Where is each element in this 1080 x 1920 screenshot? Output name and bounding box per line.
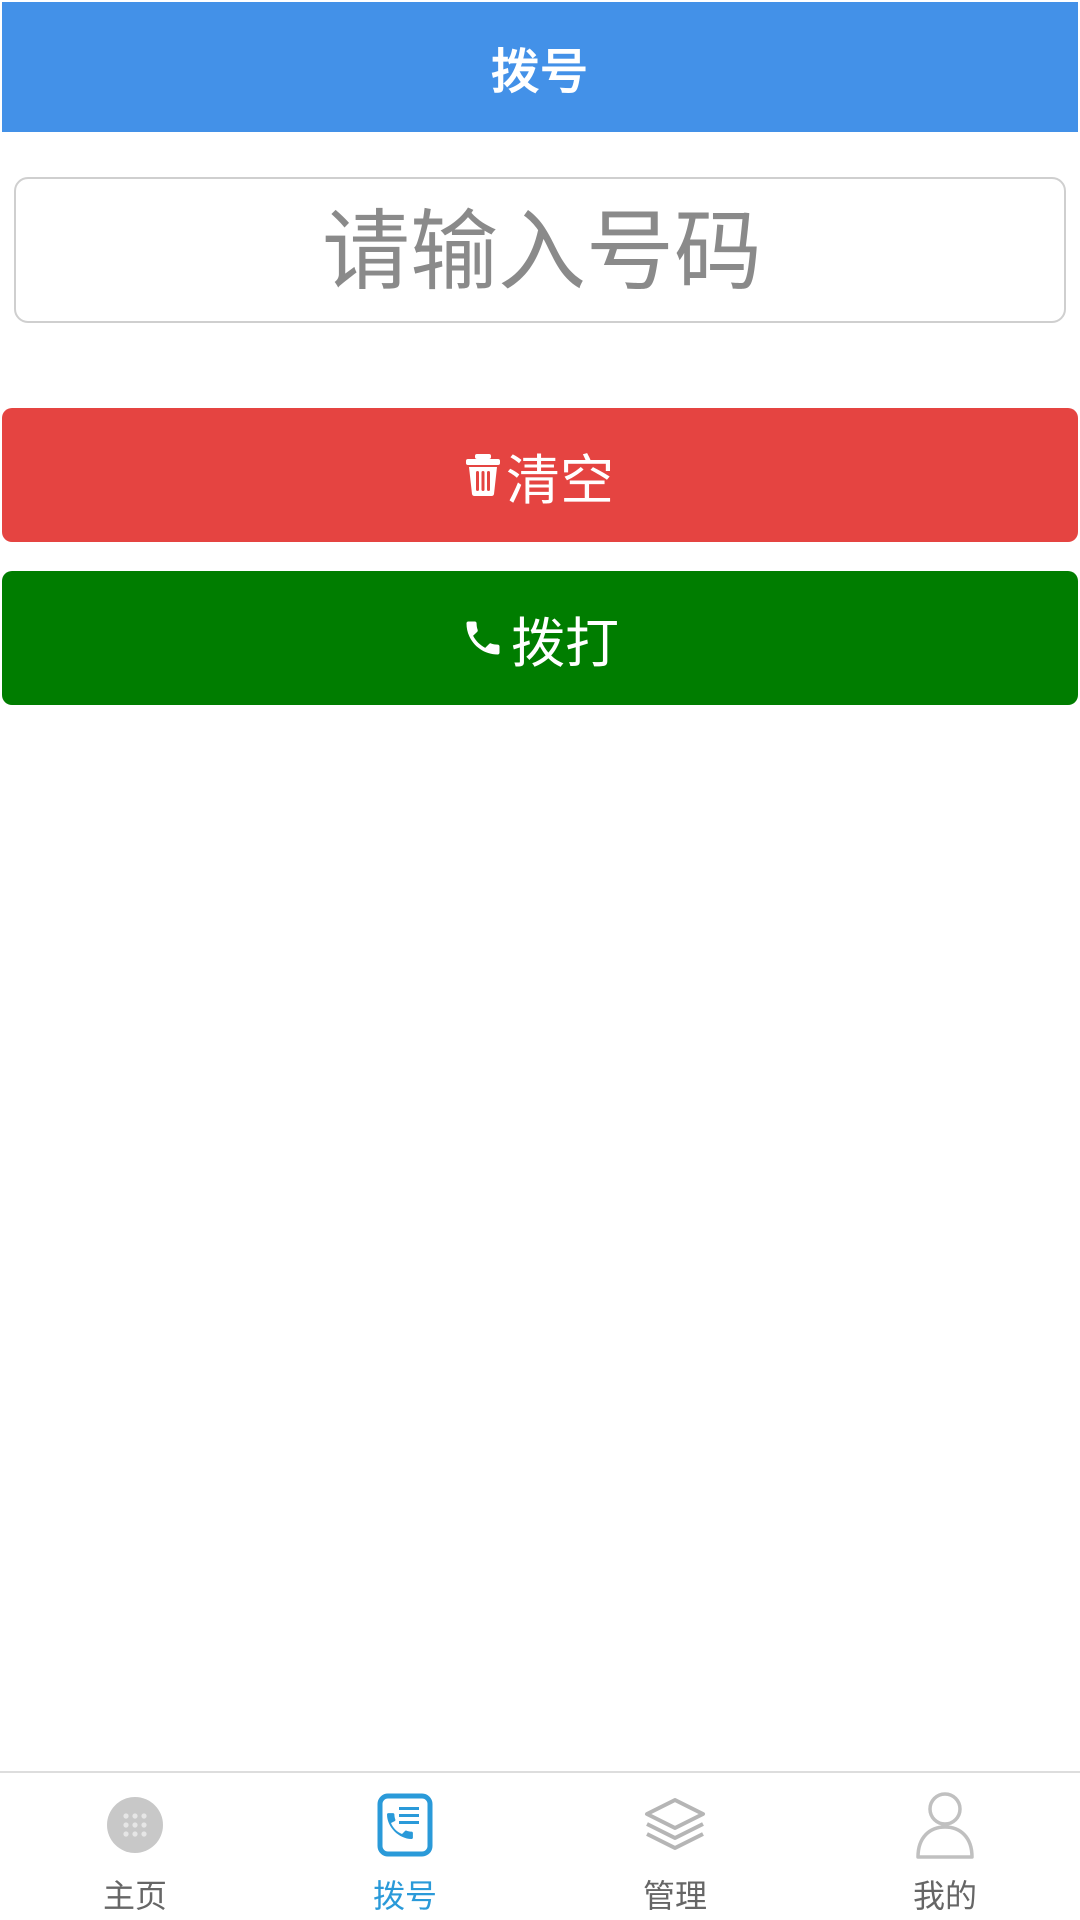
dialer-page: 拨号 清空 拨打 — [0, 0, 1080, 1920]
grid-icon — [101, 1791, 169, 1859]
nav-label-dial: 拨号 — [372, 1877, 437, 1915]
user-icon — [911, 1791, 979, 1859]
header-bar: 拨号 — [2, 2, 1078, 132]
call-button[interactable]: 拨打 — [2, 571, 1078, 705]
nav-label-home: 主页 — [102, 1877, 167, 1915]
nav-item-manage[interactable]: 管理 — [540, 1773, 810, 1920]
layers-icon — [641, 1791, 709, 1859]
nav-label-mine: 我的 — [912, 1877, 977, 1915]
bottom-navigation: 主页 拨号 管理 我的 — [0, 1771, 1080, 1920]
nav-label-manage: 管理 — [642, 1877, 707, 1915]
phone-input-container — [14, 177, 1068, 323]
dialer-icon — [371, 1791, 439, 1859]
nav-item-dial[interactable]: 拨号 — [270, 1773, 540, 1920]
phone-number-input[interactable] — [16, 179, 1068, 323]
nav-item-home[interactable]: 主页 — [0, 1773, 270, 1920]
page-title: 拨号 — [490, 44, 589, 100]
call-button-label: 拨打 — [511, 611, 619, 675]
nav-item-mine[interactable]: 我的 — [810, 1773, 1080, 1920]
clear-button-label: 清空 — [506, 448, 614, 512]
clear-button[interactable]: 清空 — [2, 408, 1078, 542]
trash-icon — [466, 454, 500, 496]
phone-icon — [461, 616, 505, 660]
